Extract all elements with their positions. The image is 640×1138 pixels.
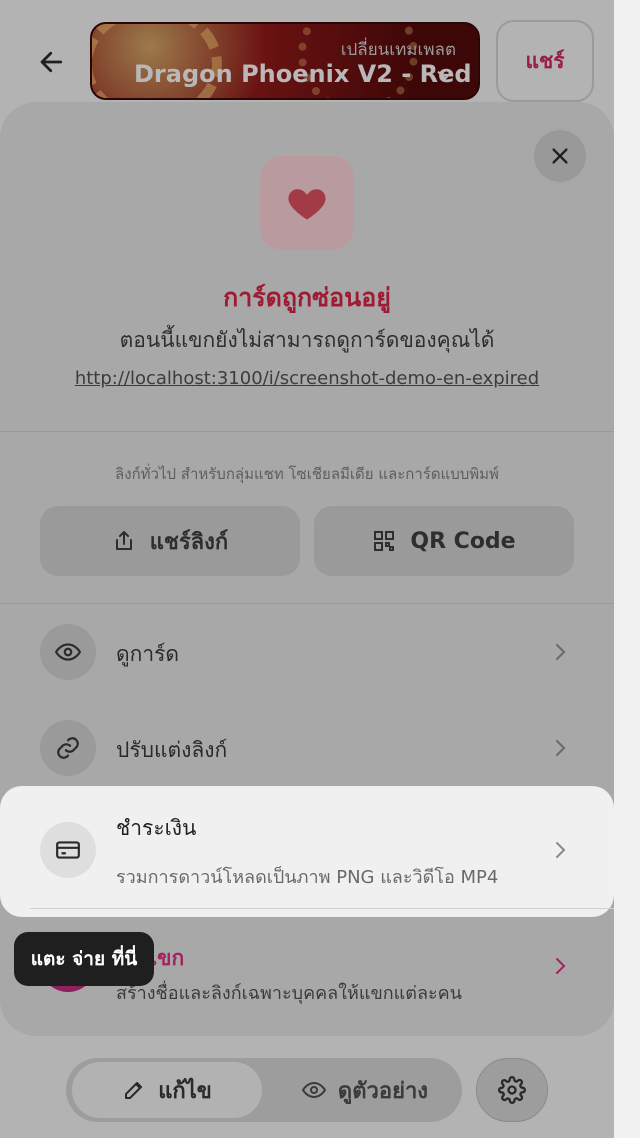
status-heart-badge bbox=[260, 156, 354, 250]
guest-links-description: สร้างชื่อและลิงก์เฉพาะบุคคลให้แขกแต่ละคน bbox=[116, 983, 462, 1004]
arrow-left-icon bbox=[40, 51, 63, 73]
close-icon bbox=[552, 148, 568, 164]
chevron-right-icon bbox=[556, 958, 566, 974]
share-link-button[interactable]: แชร์ลิงก์ bbox=[40, 506, 300, 576]
tap-to-pay-tooltip: แตะ จ่าย ที่นี่ bbox=[14, 932, 154, 986]
edit-label: แก้ไข bbox=[158, 1078, 212, 1104]
chevron-right-icon bbox=[556, 740, 566, 756]
close-button[interactable] bbox=[534, 130, 586, 182]
pencil-icon bbox=[125, 1082, 143, 1099]
row-icon-wrap bbox=[40, 624, 96, 680]
status-subtitle: ตอนนี้แขกยังไม่สามารถดูการ์ดของคุณได้ bbox=[119, 328, 495, 352]
payment-description: รวมการดาวน์โหลดเป็นภาพ PNG และวิดีโอ MP4 bbox=[116, 867, 499, 888]
status-title: การ์ดถูกซ่อนอยู่ bbox=[223, 283, 391, 312]
share-button[interactable]: แชร์ bbox=[496, 20, 594, 102]
credit-card-icon bbox=[56, 841, 80, 859]
template-name: Dragon Phoenix V2 - Red bbox=[134, 60, 472, 88]
chevron-right-icon bbox=[556, 644, 566, 660]
edit-button[interactable]: แก้ไข bbox=[72, 1062, 262, 1118]
share-link-label: แชร์ลิงก์ bbox=[149, 529, 229, 555]
scrollbar[interactable] bbox=[614, 0, 640, 1138]
chevron-right-icon bbox=[556, 842, 566, 858]
view-card-label: ดูการ์ด bbox=[116, 642, 180, 666]
eye-icon bbox=[55, 643, 81, 661]
payment-row[interactable]: ชำระเงิน รวมการดาวน์โหลดเป็นภาพ PNG และว… bbox=[0, 786, 614, 917]
chevron-down-icon bbox=[437, 71, 453, 81]
customize-link-label: ปรับแต่งลิงก์ bbox=[116, 738, 228, 762]
preview-button[interactable]: ดูตัวอย่าง bbox=[270, 1062, 460, 1118]
back-button[interactable] bbox=[30, 40, 74, 84]
preview-label: ดูตัวอย่าง bbox=[337, 1078, 429, 1104]
heart-icon bbox=[288, 189, 326, 220]
settings-button[interactable] bbox=[476, 1058, 548, 1122]
view-card-row[interactable]: ดูการ์ด bbox=[0, 622, 614, 682]
eye-icon bbox=[301, 1081, 326, 1099]
qr-code-label: QR Code bbox=[410, 528, 516, 554]
row-icon-wrap bbox=[40, 720, 96, 776]
template-caption: เปลี่ยนเทมเพลต bbox=[340, 40, 456, 60]
qr-code-icon bbox=[374, 531, 395, 551]
card-url-link[interactable]: http://localhost:3100/i/screenshot-demo-… bbox=[0, 368, 614, 389]
divider bbox=[0, 603, 614, 604]
row-icon-wrap bbox=[40, 822, 96, 878]
customize-link-row[interactable]: ปรับแต่งลิงก์ bbox=[0, 718, 614, 778]
divider bbox=[0, 431, 614, 432]
link-icon bbox=[57, 737, 79, 759]
guest-links-label: เขก bbox=[150, 946, 185, 970]
payment-title: ชำระเงิน bbox=[116, 816, 197, 840]
gear-icon bbox=[498, 1076, 526, 1104]
divider bbox=[30, 908, 614, 909]
share-icon bbox=[115, 531, 132, 550]
template-selector[interactable]: เปลี่ยนเทมเพลต Dragon Phoenix V2 - Red bbox=[90, 22, 480, 100]
qr-code-button[interactable]: QR Code bbox=[314, 506, 574, 576]
share-caption: ลิงก์ทั่วไป สำหรับกลุ่มแชท โซเชียลมีเดีย… bbox=[115, 465, 499, 483]
